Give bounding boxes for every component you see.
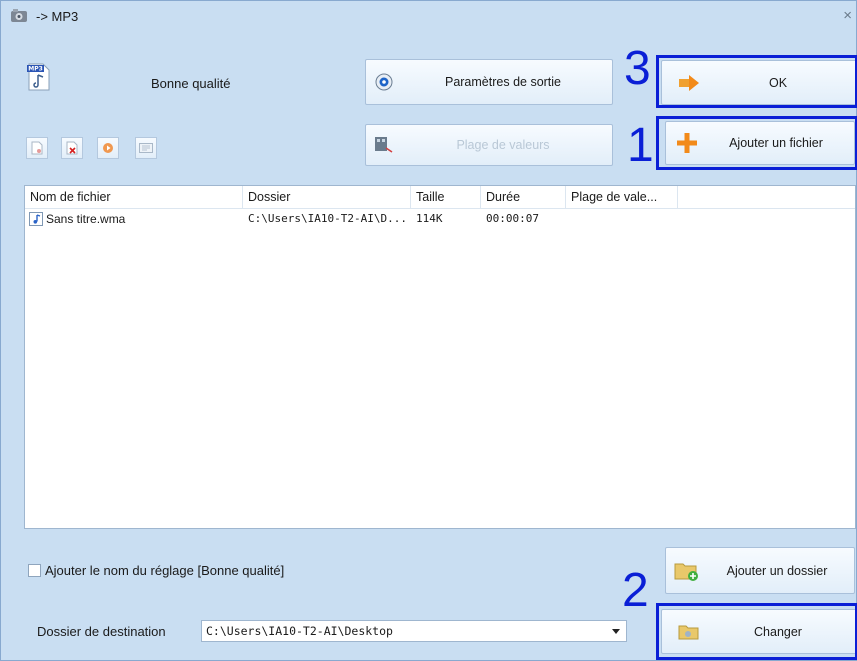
info-icon [139,143,153,153]
cell-folder: C:\Users\IA10-T2-AI\D... [248,212,407,225]
toolbar-info-button[interactable] [135,137,157,159]
cell-size: 114K [416,212,443,225]
annotation-number-2: 2 [622,564,649,617]
title-bar: -> MP3 × [1,1,856,31]
play-icon [103,143,113,153]
cell-range [566,209,678,229]
column-header-folder[interactable]: Dossier [243,186,411,208]
toolbar-remove-file-button[interactable] [61,137,83,159]
add-folder-label: Ajouter un dossier [726,563,828,578]
destination-value: C:\Users\IA10-T2-AI\Desktop [206,624,393,638]
column-header-range[interactable]: Plage de vale... [566,186,678,208]
add-folder-icon [674,563,698,581]
add-folder-button[interactable]: Ajouter un dossier [665,547,855,594]
file-list-header: Nom de fichier Dossier Taille Durée Plag… [25,186,855,209]
value-range-button[interactable]: Plage de valeurs [365,124,613,166]
cell-duration: 00:00:07 [486,212,539,225]
app-icon [11,9,27,22]
value-range-icon [375,137,393,153]
append-preset-label: Ajouter le nom du réglage [Bonne qualité… [45,563,285,578]
add-file-plus-icon [677,133,697,153]
value-range-label: Plage de valeurs [456,138,550,152]
output-settings-button[interactable]: Paramètres de sortie [365,59,613,105]
annotation-number-1: 1 [627,119,654,172]
column-header-duration[interactable]: Durée [481,186,566,208]
filename-text: Sans titre.wma [46,212,126,226]
ok-label: OK [768,75,788,90]
converter-window: -> MP3 × MP3 Bonne qualité Paramètres de… [0,0,857,661]
cell-filename: Sans titre.wma [25,209,243,229]
mp3-file-icon: MP3 [27,63,50,91]
file-list[interactable]: Nom de fichier Dossier Taille Durée Plag… [24,185,856,529]
toolbar-play-button[interactable] [97,137,119,159]
change-label: Changer [754,624,802,639]
destination-label: Dossier de destination [37,624,166,639]
column-header-empty [678,186,855,208]
change-folder-icon [678,625,699,639]
output-settings-icon [375,73,393,91]
chevron-down-icon[interactable] [612,629,620,634]
new-file-icon [31,141,43,155]
remove-file-icon [66,141,78,155]
add-file-button[interactable]: Ajouter un fichier [665,121,855,165]
quality-label: Bonne qualité [151,76,231,91]
toolbar-new-file-button[interactable] [26,137,48,159]
table-row[interactable]: Sans titre.wma C:\Users\IA10-T2-AI\D... … [25,209,855,229]
add-file-label: Ajouter un fichier [729,136,823,150]
output-settings-label: Paramètres de sortie [444,75,562,89]
column-header-filename[interactable]: Nom de fichier [25,186,243,208]
format-badge-text: MP3 [28,66,43,73]
column-header-size[interactable]: Taille [411,186,481,208]
music-note-icon [29,212,43,226]
change-button[interactable]: Changer [661,609,857,654]
window-title: -> MP3 [36,8,79,24]
destination-select[interactable]: C:\Users\IA10-T2-AI\Desktop [201,620,627,642]
ok-arrow-icon [679,74,699,91]
close-icon[interactable]: × [843,7,852,24]
ok-button[interactable]: OK [661,60,857,105]
append-preset-checkbox[interactable] [28,564,41,577]
annotation-number-3: 3 [624,42,651,95]
